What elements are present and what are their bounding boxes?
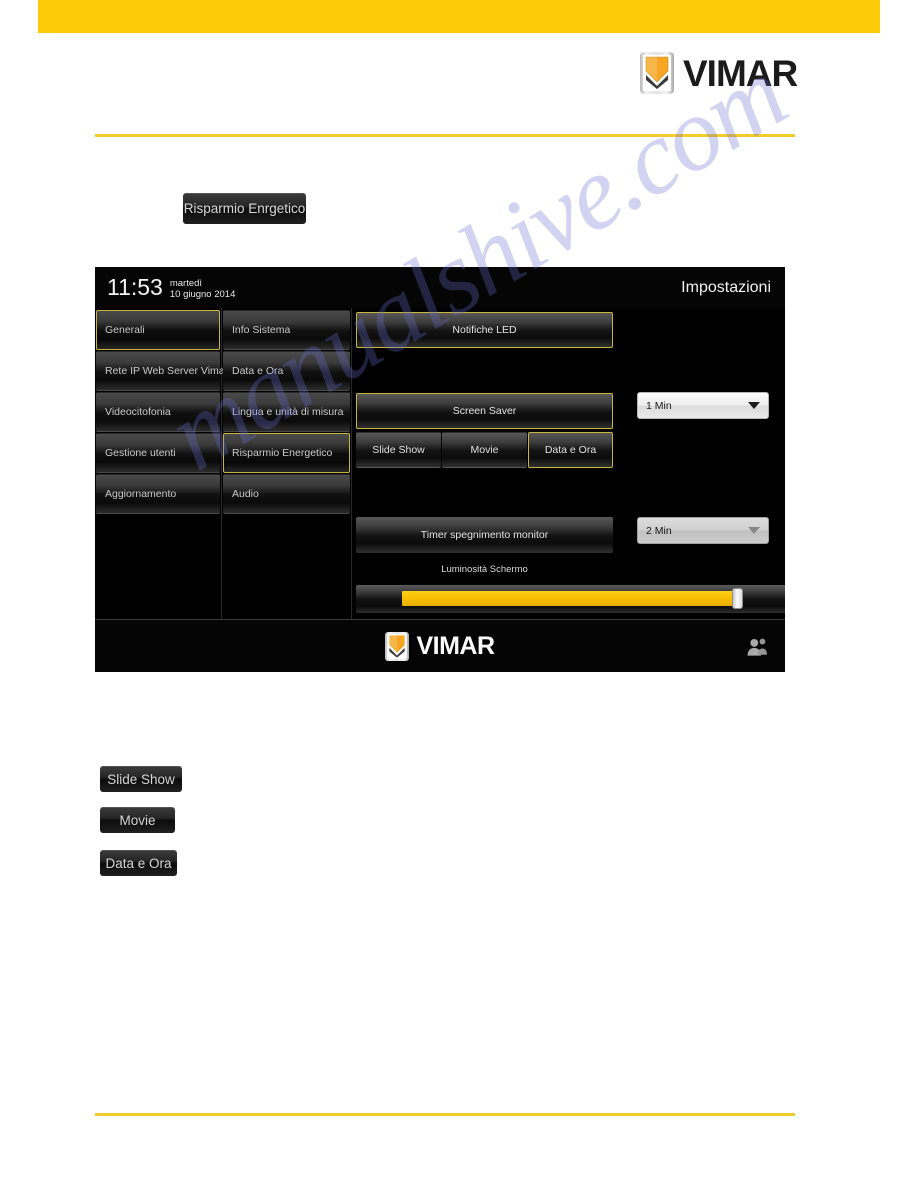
- brand-header: VIMAR: [640, 50, 800, 96]
- touchscreen-device-screenshot: 11:53 martedì 10 giugno 2014 Impostazion…: [95, 267, 785, 672]
- date-block: martedì 10 giugno 2014: [170, 276, 236, 300]
- menu-item-label: Audio: [232, 488, 259, 500]
- chevron-down-icon: [748, 527, 760, 534]
- menu-item-label: Info Sistema: [232, 324, 291, 336]
- menu-item-info-sistema[interactable]: Info Sistema: [223, 310, 350, 350]
- menu-item-label: Risparmio Energetico: [232, 447, 333, 459]
- menu-item-label: Generali: [105, 324, 145, 336]
- tab-data-e-ora[interactable]: Data e Ora: [528, 432, 613, 468]
- secondary-menu-column: Info Sistema Data e Ora Lingua e unità d…: [222, 308, 352, 619]
- settings-detail-panel: Notifiche LED Screen Saver Slide Show Mo…: [352, 308, 785, 619]
- menu-item-label: Lingua e unità di misura: [232, 406, 344, 418]
- top-divider-rule: [95, 134, 795, 137]
- brightness-slider-knob[interactable]: [732, 588, 743, 609]
- clock-time: 11:53: [107, 274, 163, 300]
- menu-item-data-e-ora[interactable]: Data e Ora: [223, 351, 350, 391]
- notifiche-led-button[interactable]: Notifiche LED: [356, 312, 613, 348]
- menu-item-label: Aggiornamento: [105, 488, 177, 500]
- menu-item-label: Data e Ora: [232, 365, 284, 377]
- menu-item-generali[interactable]: Generali: [96, 310, 220, 350]
- monitor-timer-delay-dropdown[interactable]: 2 Min: [637, 517, 769, 544]
- device-brand-wordmark: VIMAR: [416, 632, 495, 660]
- callout-slide-show-button[interactable]: Slide Show: [100, 766, 182, 792]
- tab-movie[interactable]: Movie: [442, 432, 527, 468]
- device-content-area: Generali Rete IP Web Server Vimar Videoc…: [95, 308, 785, 619]
- menu-item-gestione-utenti[interactable]: Gestione utenti: [96, 433, 220, 473]
- bottom-divider-rule: [95, 1113, 795, 1116]
- screensaver-delay-dropdown[interactable]: 1 Min: [637, 392, 769, 419]
- page-top-banner: [38, 0, 880, 33]
- screen-saver-mode-tabs: Slide Show Movie Data e Ora: [356, 432, 613, 468]
- vimar-logo-icon: [640, 52, 674, 94]
- date-label: 10 giugno 2014: [169, 288, 236, 300]
- menu-item-aggiornamento[interactable]: Aggiornamento: [96, 474, 220, 514]
- menu-item-label: Gestione utenti: [105, 447, 176, 459]
- brightness-label: Luminosità Schermo: [441, 564, 528, 575]
- primary-menu-column: Generali Rete IP Web Server Vimar Videoc…: [95, 308, 228, 619]
- brightness-slider-fill: [402, 591, 736, 606]
- tab-label: Movie: [470, 444, 499, 456]
- tab-label: Data e Ora: [544, 444, 597, 456]
- tab-label: Slide Show: [372, 444, 425, 456]
- screen-saver-button[interactable]: Screen Saver: [356, 393, 613, 429]
- brightness-slider[interactable]: [356, 585, 785, 613]
- callout-movie-button[interactable]: Movie: [100, 807, 175, 833]
- device-bottom-bar: VIMAR: [95, 619, 785, 672]
- menu-item-lingua-e-unita-di-misura[interactable]: Lingua e unità di misura: [223, 392, 350, 432]
- menu-item-rete-ip-web-server-vimar[interactable]: Rete IP Web Server Vimar: [96, 351, 228, 391]
- chevron-down-icon: [748, 402, 760, 409]
- menu-item-label: Rete IP Web Server Vimar: [105, 365, 229, 377]
- device-brand-lockup: VIMAR: [385, 632, 495, 661]
- device-status-bar: 11:53 martedì 10 giugno 2014 Impostazion…: [95, 267, 785, 308]
- screensaver-delay-value: 1 Min: [646, 399, 672, 412]
- brand-wordmark: VIMAR: [683, 52, 798, 94]
- monitor-timer-delay-value: 2 Min: [646, 524, 672, 537]
- screen-title: Impostazioni: [681, 278, 771, 296]
- weekday-label: martedì: [169, 277, 203, 289]
- menu-item-audio[interactable]: Audio: [223, 474, 350, 514]
- timer-spegnimento-monitor-button[interactable]: Timer spegnimento monitor: [356, 517, 613, 553]
- menu-item-videocitofonia[interactable]: Videocitofonia: [96, 392, 220, 432]
- tab-slide-show[interactable]: Slide Show: [356, 432, 441, 468]
- menu-item-risparmio-energetico[interactable]: Risparmio Energetico: [223, 433, 350, 473]
- menu-item-label: Videocitofonia: [105, 406, 171, 418]
- vimar-logo-icon: [385, 632, 410, 661]
- users-icon[interactable]: [746, 637, 768, 657]
- callout-risparmio-energetico-button[interactable]: Risparmio Enrgetico: [183, 193, 306, 224]
- callout-data-e-ora-button[interactable]: Data e Ora: [100, 850, 177, 876]
